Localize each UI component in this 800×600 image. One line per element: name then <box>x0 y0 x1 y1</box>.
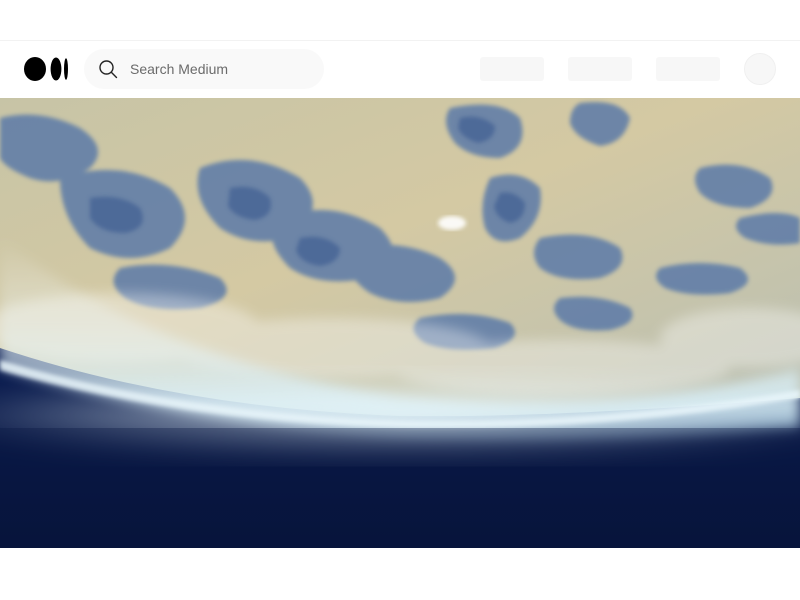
search-input[interactable] <box>130 49 310 89</box>
avatar[interactable] <box>744 53 776 85</box>
hero-image <box>0 98 800 548</box>
top-navbar <box>0 41 800 98</box>
nav-item-loading-placeholder <box>480 57 544 81</box>
page <box>0 0 800 600</box>
top-strip <box>0 0 800 41</box>
nav-item-loading-placeholder <box>656 57 720 81</box>
bottom-strip <box>0 548 800 600</box>
search-bar[interactable] <box>84 49 324 89</box>
earth-from-space-image <box>0 98 800 548</box>
medium-logo-icon[interactable] <box>24 57 70 81</box>
search-icon[interactable] <box>98 59 118 79</box>
nav-item-loading-placeholder <box>568 57 632 81</box>
